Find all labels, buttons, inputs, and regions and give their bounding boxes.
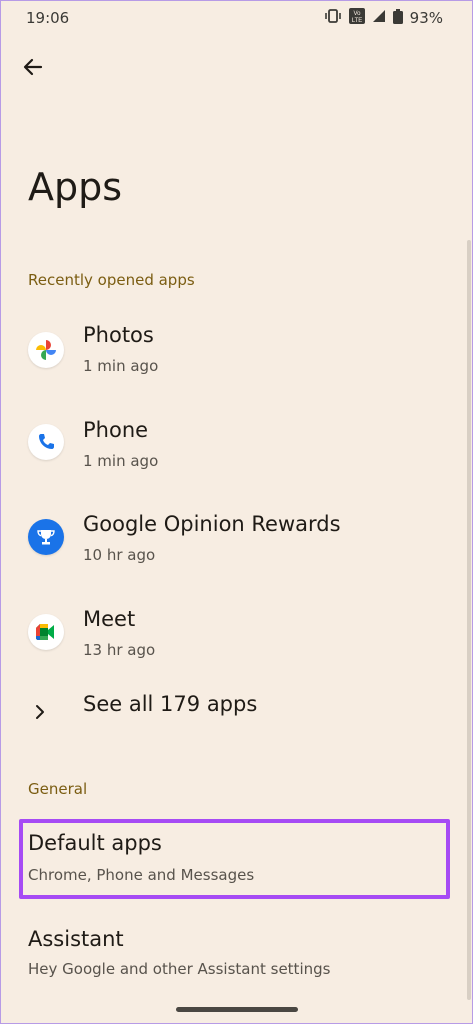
opinion-rewards-icon — [28, 519, 64, 555]
scrollbar[interactable] — [467, 240, 471, 1000]
vibrate-icon — [324, 9, 342, 27]
section-general: General — [28, 780, 88, 798]
setting-title: Default apps — [28, 831, 162, 855]
gesture-handle[interactable] — [176, 1007, 298, 1012]
back-button[interactable] — [20, 54, 46, 80]
assistant-item[interactable]: Assistant Hey Google and other Assistant… — [0, 920, 473, 990]
battery-icon — [392, 8, 403, 28]
setting-title: Assistant — [28, 927, 124, 951]
app-time: 10 hr ago — [83, 546, 156, 564]
see-all-apps-button[interactable]: See all 179 apps — [0, 690, 473, 740]
app-name: Photos — [83, 323, 154, 347]
app-time: 1 min ago — [83, 452, 159, 470]
app-row-photos[interactable]: Photos 1 min ago — [0, 305, 473, 395]
battery-percent: 93% — [409, 9, 443, 27]
meet-icon — [28, 614, 64, 650]
svg-text:Vo: Vo — [353, 11, 361, 17]
see-all-label: See all 179 apps — [83, 692, 258, 716]
back-arrow-icon — [23, 58, 43, 76]
default-apps-item[interactable]: Default apps Chrome, Phone and Messages — [0, 823, 473, 899]
chevron-right-icon — [32, 702, 48, 726]
app-name: Google Opinion Rewards — [83, 512, 341, 536]
app-row-opinion-rewards[interactable]: Google Opinion Rewards 10 hr ago — [0, 494, 473, 584]
photos-icon — [28, 332, 64, 368]
app-name: Meet — [83, 607, 136, 631]
status-time: 19:06 — [26, 9, 70, 27]
signal-icon — [372, 9, 386, 27]
status-icons: Vo LTE 93% — [324, 8, 443, 28]
phone-icon — [28, 424, 64, 460]
section-recent: Recently opened apps — [28, 271, 195, 289]
app-time: 13 hr ago — [83, 641, 156, 659]
app-name: Phone — [83, 418, 149, 442]
app-row-phone[interactable]: Phone 1 min ago — [0, 400, 473, 490]
app-time: 1 min ago — [83, 357, 159, 375]
svg-text:LTE: LTE — [351, 18, 362, 24]
app-row-meet[interactable]: Meet 13 hr ago — [0, 589, 473, 679]
status-bar: 19:06 Vo LTE 93% — [0, 0, 473, 36]
page-title: Apps — [28, 165, 123, 209]
setting-description: Chrome, Phone and Messages — [28, 866, 255, 884]
volte-icon: Vo LTE — [348, 8, 365, 28]
setting-description: Hey Google and other Assistant settings — [28, 960, 331, 978]
